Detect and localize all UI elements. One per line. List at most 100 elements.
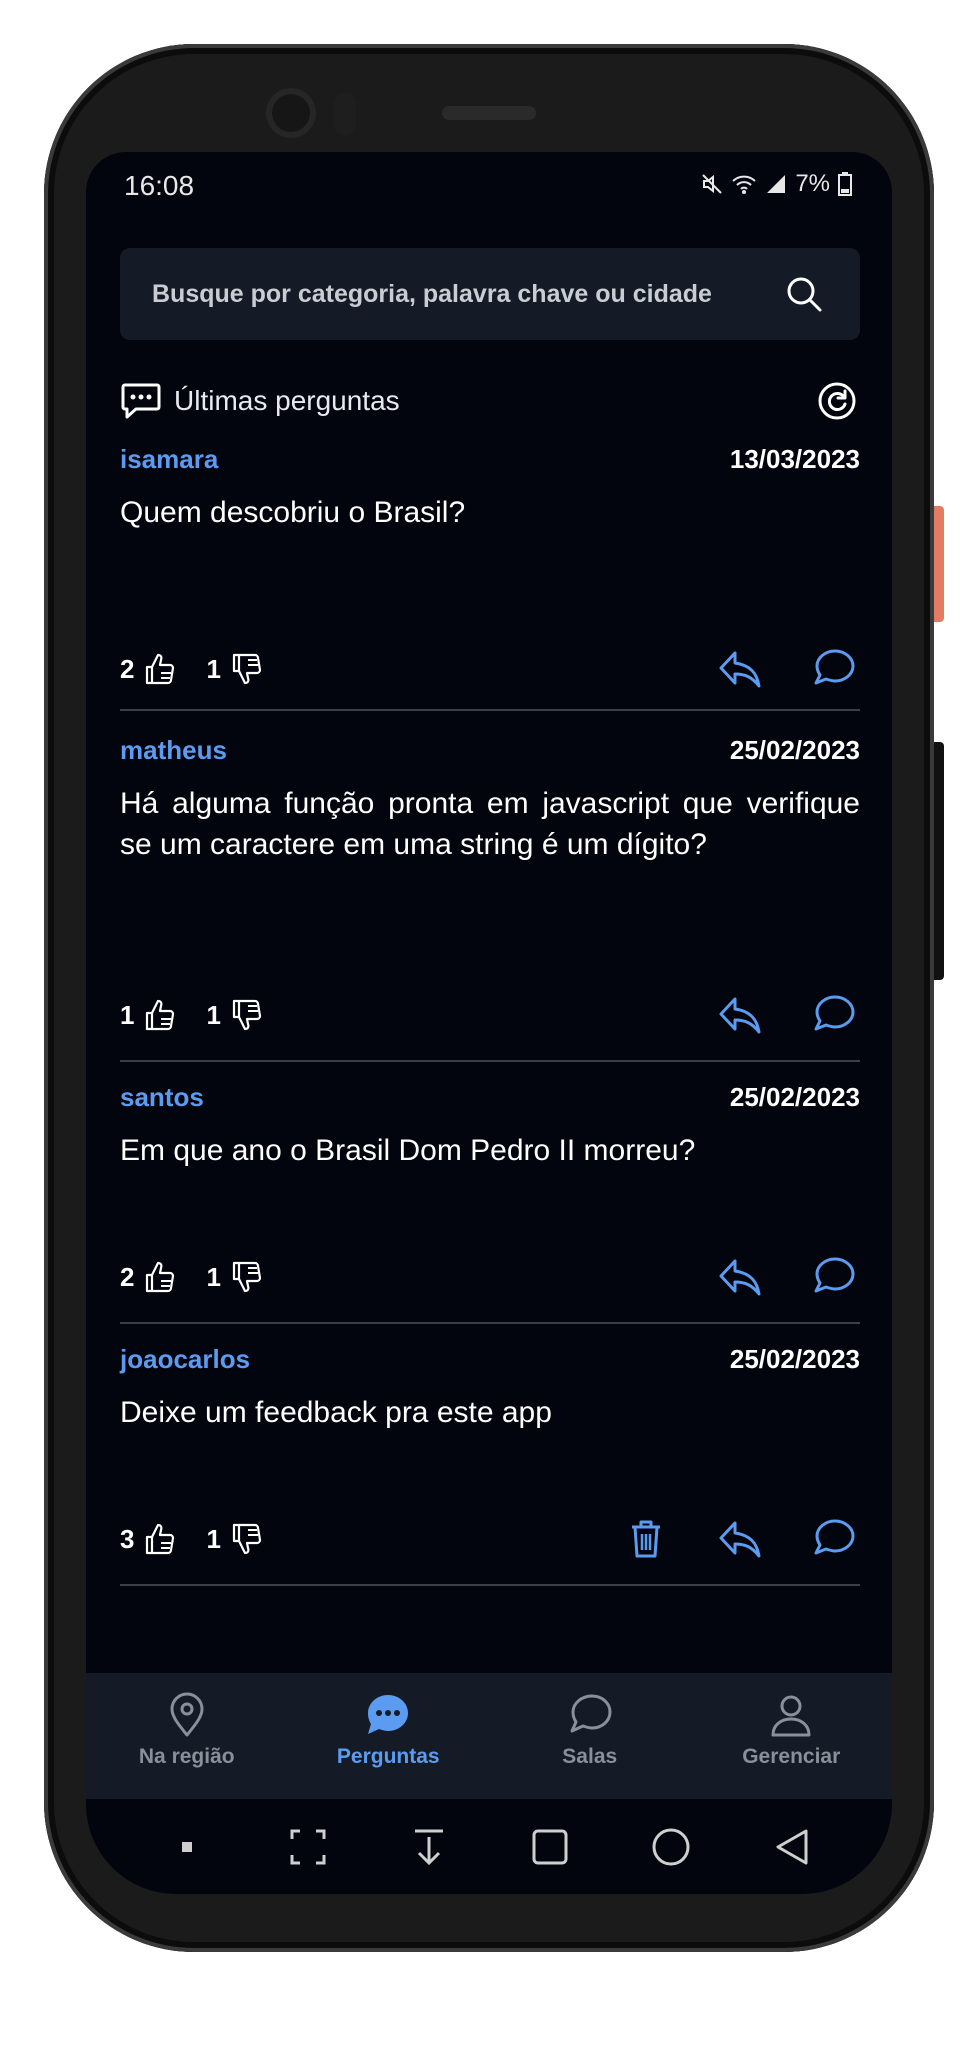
nav-item-na-regiao[interactable]: Na região <box>86 1673 288 1799</box>
status-icons: 7% <box>701 170 852 198</box>
question-author[interactable]: santos <box>120 1082 204 1113</box>
dislike-button[interactable]: 1 <box>206 651 264 687</box>
like-count: 2 <box>120 1261 135 1292</box>
question-buttons <box>714 643 860 695</box>
circle-icon <box>652 1828 689 1865</box>
screenshot-icon <box>290 1829 325 1864</box>
dislike-button[interactable]: 1 <box>206 1259 264 1295</box>
like-button[interactable]: 2 <box>120 1259 178 1295</box>
chat-bubble-icon <box>368 1695 409 1734</box>
dislike-count: 1 <box>206 999 221 1030</box>
question-actions: 2 1 <box>120 644 860 694</box>
search-input[interactable] <box>120 278 774 310</box>
thumbs-up-icon <box>146 1523 175 1555</box>
question-text: Deixe um feedback pra este app <box>120 1396 552 1429</box>
like-count: 3 <box>120 1523 135 1554</box>
question-actions: 2 1 <box>120 1252 860 1302</box>
thumbs-down-icon <box>232 653 262 685</box>
nav-label: Salas <box>562 1745 618 1768</box>
recents-button[interactable] <box>525 1822 575 1872</box>
thumbs-down-icon <box>232 1261 262 1293</box>
dislike-button[interactable]: 1 <box>206 997 264 1033</box>
nav-item-salas[interactable]: Salas <box>489 1673 691 1799</box>
question-item[interactable]: isamara 13/03/2023 Quem descobriu o Bras… <box>120 444 860 711</box>
question-text: Quem descobriu o Brasil? <box>120 496 466 529</box>
home-button[interactable] <box>646 1822 696 1872</box>
wifi-icon <box>732 175 756 194</box>
question-author[interactable]: isamara <box>120 444 218 475</box>
app-screen: 16:08 7% Últimas perguntas isamara 13/03… <box>86 152 892 1894</box>
system-nav-bar <box>86 1799 892 1894</box>
nav-label: Perguntas <box>336 1745 440 1768</box>
volume-button <box>934 742 944 980</box>
power-button <box>934 506 944 622</box>
status-time: 16:08 <box>124 170 195 201</box>
reply-icon <box>719 651 761 688</box>
search-button[interactable] <box>774 264 834 324</box>
question-actions: 1 1 <box>120 990 860 1040</box>
question-date: 25/02/2023 <box>729 735 860 765</box>
mute-icon <box>702 174 723 194</box>
nav-item-gerenciar[interactable]: Gerenciar <box>691 1673 893 1799</box>
comment-button[interactable] <box>808 1251 860 1303</box>
delete-button[interactable] <box>620 1513 672 1565</box>
dislike-count: 1 <box>206 1261 221 1292</box>
question-date: 25/02/2023 <box>729 1082 860 1112</box>
thumbs-up-icon <box>146 999 175 1031</box>
chat-dots-icon <box>121 383 161 419</box>
reply-button[interactable] <box>714 1513 766 1565</box>
reply-button[interactable] <box>714 989 766 1041</box>
comment-bubble-icon <box>814 1257 855 1293</box>
question-text: Em que ano o Brasil Dom Pedro II morreu? <box>120 1134 696 1167</box>
notification-pull-button[interactable] <box>404 1822 454 1872</box>
reply-icon <box>719 997 761 1034</box>
question-date: 25/02/2023 <box>729 1344 860 1374</box>
question-author[interactable]: matheus <box>120 735 227 766</box>
nav-item-perguntas[interactable]: Perguntas <box>288 1673 490 1799</box>
question-item[interactable]: santos 25/02/2023 Em que ano o Brasil Do… <box>120 1082 860 1324</box>
front-camera <box>266 88 316 138</box>
question-text: Há alguma função pronta em javascript qu… <box>120 787 860 861</box>
screenshot-button[interactable] <box>283 1822 333 1872</box>
comment-bubble-icon <box>814 995 855 1031</box>
comment-button[interactable] <box>808 643 860 695</box>
search-icon <box>787 277 822 312</box>
dislike-button[interactable]: 1 <box>206 1521 264 1557</box>
question-date: 13/03/2023 <box>729 444 860 474</box>
rooms-chat-icon <box>570 1694 612 1733</box>
like-button[interactable]: 3 <box>120 1521 178 1557</box>
user-icon <box>771 1695 811 1737</box>
comment-button[interactable] <box>808 1513 860 1565</box>
dislike-count: 1 <box>206 1523 221 1554</box>
refresh-button[interactable] <box>814 378 860 424</box>
sys-dot-button[interactable] <box>162 1822 212 1872</box>
like-button[interactable]: 2 <box>120 651 178 687</box>
like-button[interactable]: 1 <box>120 997 178 1033</box>
question-author[interactable]: joaocarlos <box>120 1344 250 1375</box>
nav-label: Gerenciar <box>742 1745 841 1768</box>
triangle-back-icon <box>776 1829 807 1864</box>
question-buttons <box>714 989 860 1041</box>
battery-icon <box>838 172 852 196</box>
like-count: 1 <box>120 999 135 1030</box>
reply-button[interactable] <box>714 643 766 695</box>
question-buttons <box>620 1513 860 1565</box>
trash-icon <box>632 1520 660 1558</box>
question-item[interactable]: joaocarlos 25/02/2023 Deixe um feedback … <box>120 1344 860 1586</box>
square-icon <box>532 1829 567 1864</box>
question-actions: 3 1 <box>120 1514 860 1564</box>
earpiece <box>442 106 536 120</box>
section-title: Últimas perguntas <box>174 385 400 416</box>
search-bar <box>120 248 860 340</box>
comment-bubble-icon <box>814 649 855 685</box>
thumbs-up-icon <box>146 1261 175 1293</box>
dislike-count: 1 <box>206 653 221 684</box>
question-item[interactable]: matheus 25/02/2023 Há alguma função pron… <box>120 735 860 1062</box>
comment-button[interactable] <box>808 989 860 1041</box>
proximity-sensor <box>334 92 356 136</box>
reply-button[interactable] <box>714 1251 766 1303</box>
back-button[interactable] <box>767 1822 817 1872</box>
battery-percent: 7% <box>795 170 830 197</box>
thumbs-down-icon <box>232 1523 262 1555</box>
status-bar: 16:08 7% <box>86 152 892 222</box>
